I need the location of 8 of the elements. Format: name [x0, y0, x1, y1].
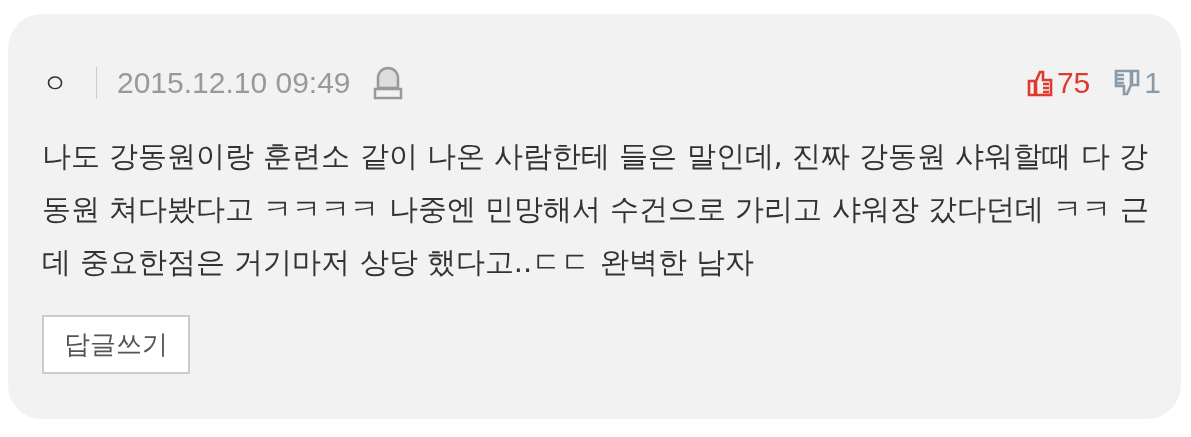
thumbs-down-icon	[1114, 69, 1141, 97]
reply-button[interactable]: 답글쓰기	[42, 315, 190, 374]
comment-date: 2015.12.10 09:49	[117, 66, 351, 100]
author-name: ㅇ	[42, 66, 68, 100]
comment-text: 나도 강동원이랑 훈련소 같이 나온 사람한테 들은 말인데, 진짜 강동원 샤워할때 다 강동원 쳐다봤다고 ㅋㅋㅋㅋ 나중엔 민망해서 수건으로 가리고 샤워장 갔다던데 ㅋㅋ 근데 중요한점은 거기마저 상당 했다고..ㄷㄷ 완벽한 남자	[42, 138, 1151, 281]
like-button[interactable]: 75	[1026, 66, 1091, 100]
dislike-button[interactable]: 1	[1114, 66, 1161, 100]
thumbs-up-icon	[1026, 69, 1053, 97]
